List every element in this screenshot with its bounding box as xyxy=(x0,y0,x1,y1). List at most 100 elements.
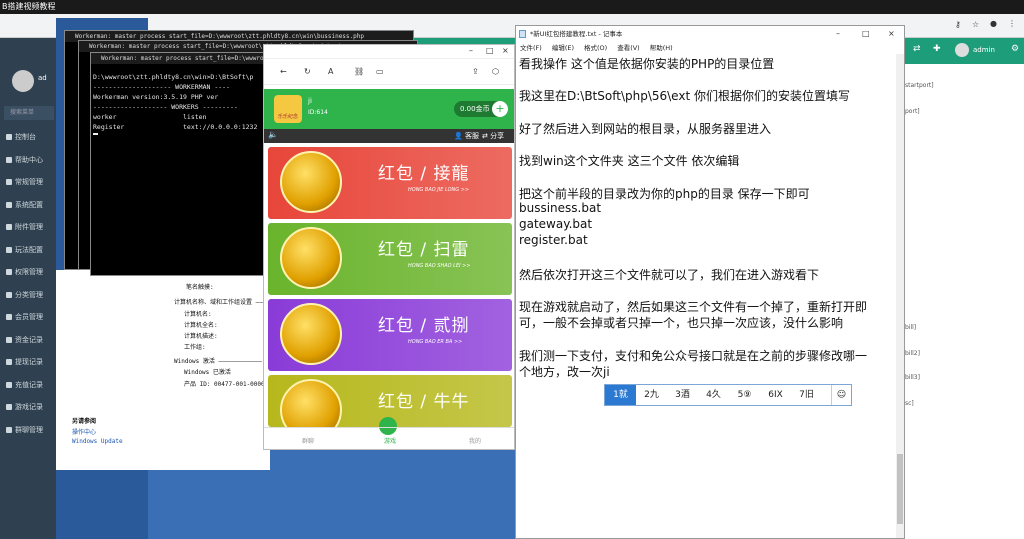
sidebar-item[interactable]: 充值记录 xyxy=(6,380,43,390)
scrollbar-thumb[interactable] xyxy=(897,454,903,524)
settings-icon[interactable]: ✚ xyxy=(933,44,941,54)
user-header: 乐乐纪念 ji ID:614 0.00金币 + xyxy=(264,89,514,129)
game-coin-icon xyxy=(280,151,342,213)
sidebar-item[interactable]: 群聊管理 xyxy=(6,425,43,435)
sidebar-item[interactable]: 附件管理 xyxy=(6,222,43,232)
config-key-text: startport] xyxy=(905,82,934,89)
mobile-app-window[interactable]: – □ × ← ↻ A ⛓ ▭ ⇪ ⬡ 乐乐纪念 ji ID:614 0.00金… xyxy=(263,44,515,450)
star-icon[interactable]: ☆ xyxy=(972,20,979,29)
game-title: 红包 / 扫雷 xyxy=(378,240,470,260)
worker-listen: listen xyxy=(183,113,207,121)
ime-candidate[interactable]: 2九 xyxy=(636,385,667,405)
sidebar-item-label: 会员管理 xyxy=(15,313,43,321)
admin-right-header: ⇄ ✚ admin ⚙ xyxy=(905,38,1024,64)
ime-candidate[interactable]: 1就 xyxy=(605,385,636,405)
balance-badge[interactable]: 0.00金币 + xyxy=(454,101,508,117)
notepad-window[interactable]: *新UI红包搭建教程.txt - 记事本 – □ × 文件(F) 编辑(E) 格式(… xyxy=(515,25,905,539)
sync-icon[interactable]: ⇄ xyxy=(913,44,921,54)
close-icon[interactable]: × xyxy=(502,46,509,55)
share-link[interactable]: ⇄ 分享 xyxy=(482,131,504,141)
tab-mine[interactable]: 我的 xyxy=(469,436,481,445)
more-menu-icon[interactable]: ⋮ xyxy=(1008,19,1016,28)
sidebar-item-icon xyxy=(6,269,12,275)
vertical-scrollbar[interactable] xyxy=(896,54,904,538)
game-title: 红包 / 贰捌 xyxy=(378,316,470,336)
ime-candidate[interactable]: 4久 xyxy=(698,385,729,405)
sys-line: 产品 ID: 00477-001-000042 xyxy=(184,381,272,388)
tab-chat[interactable]: 群聊 xyxy=(302,436,314,445)
sidebar-item-label: 附件管理 xyxy=(15,223,43,231)
sys-line: Windows 激活 ———————————— xyxy=(174,358,262,365)
sidebar-item[interactable]: 控制台 xyxy=(6,132,36,142)
service-link[interactable]: 👤 客服 xyxy=(454,131,479,141)
game-subtitle: HONG BAO SHAO LEI >> xyxy=(408,263,471,269)
admin-name[interactable]: admin xyxy=(973,46,995,54)
sys-line: 工作组: xyxy=(184,344,206,351)
refresh-icon[interactable]: ↻ xyxy=(304,67,311,76)
link-icon[interactable]: ⛓ xyxy=(354,67,364,76)
notepad-menu-item[interactable]: 查看(V) xyxy=(617,44,640,52)
sidebar-item[interactable]: 常规管理 xyxy=(6,177,43,187)
notepad-menu-item[interactable]: 编辑(E) xyxy=(552,44,574,52)
emoji-icon[interactable]: ☺ xyxy=(831,385,851,405)
ime-candidate[interactable]: 7旧 xyxy=(791,385,822,405)
minimize-icon[interactable]: – xyxy=(469,46,473,55)
font-icon[interactable]: A xyxy=(328,67,333,76)
ime-candidate[interactable]: 5⑨ xyxy=(729,385,760,405)
window-title: B搭建视频教程 xyxy=(2,2,56,11)
back-icon[interactable]: ← xyxy=(280,67,287,76)
ime-candidate[interactable]: 3酒 xyxy=(667,385,698,405)
game-card[interactable]: 红包 / 接龍 HONG BAO JIE LONG >> xyxy=(268,147,512,219)
sidebar-item-icon xyxy=(6,291,12,298)
key-icon[interactable]: ⚷ xyxy=(955,20,961,29)
console-window-register[interactable]: Workerman: master process start_file=D:\… xyxy=(90,52,266,276)
ime-candidate[interactable]: 6IX xyxy=(760,385,791,405)
game-card[interactable]: 红包 / 扫雷 HONG BAO SHAO LEI >> xyxy=(268,223,512,295)
tab-games[interactable]: 游戏 xyxy=(384,436,396,445)
add-coin-icon[interactable]: + xyxy=(492,101,508,117)
window-icon[interactable]: ▭ xyxy=(376,67,384,76)
notepad-line: 然后依次打开这三个文件就可以了，我们在进入游戏看下 xyxy=(519,267,820,282)
maximize-icon[interactable]: □ xyxy=(486,46,494,55)
sidebar-item-label: 资金记录 xyxy=(15,335,43,344)
settings-gear-icon[interactable]: ⚙ xyxy=(1011,44,1019,54)
sidebar-item[interactable]: 帮助中心 xyxy=(6,155,43,165)
sidebar-item[interactable]: 资金记录 xyxy=(6,335,43,345)
notepad-menu-item[interactable]: 帮助(H) xyxy=(650,44,673,52)
notepad-titlebar: *新UI红包搭建教程.txt - 记事本 – □ × xyxy=(516,26,904,42)
sidebar-item[interactable]: 分类管理 xyxy=(6,290,43,300)
notepad-menu-item[interactable]: 文件(F) xyxy=(520,44,542,52)
sidebar-item[interactable]: 提现记录 xyxy=(6,357,43,367)
sidebar-item[interactable]: 游戏记录 xyxy=(6,402,43,412)
see-also-heading: 另请参阅 xyxy=(72,418,97,425)
notepad-line: 可，一般不会掉或者只掉一个，也只掉一次应该，没什么影响 xyxy=(519,316,844,331)
sidebar-item[interactable]: 玩法配置 xyxy=(6,245,43,255)
profile-icon[interactable]: ● xyxy=(990,19,997,28)
game-title: 红包 / 接龍 xyxy=(378,164,470,184)
close-icon[interactable]: × xyxy=(888,26,895,42)
game-card[interactable]: 红包 / 贰捌 HONG BAO ER BA >> xyxy=(268,299,512,371)
share-out-icon[interactable]: ⇪ xyxy=(472,67,479,76)
sidebar-item-label: 提现记录 xyxy=(15,358,43,366)
menu-search-input[interactable]: 搜索菜单 xyxy=(4,106,54,120)
notepad-line: gateway.bat xyxy=(519,217,593,231)
sidebar-item-label: 系统配置 xyxy=(15,200,43,209)
sidebar-item[interactable]: 会员管理 xyxy=(6,312,43,322)
action-center-link[interactable]: 操作中心 xyxy=(72,427,96,436)
avatar xyxy=(12,70,34,92)
notepad-menu-item[interactable]: 格式(O) xyxy=(584,44,607,52)
sidebar-item[interactable]: 权限管理 xyxy=(6,267,43,277)
console-version: Workerman version:3.5.19 PHP ver xyxy=(93,93,219,101)
sidebar-item-icon xyxy=(6,134,12,140)
sidebar-item-icon xyxy=(6,381,12,388)
sidebar-item[interactable]: 系统配置 xyxy=(6,200,43,210)
sidebar-item-label: 充值记录 xyxy=(15,380,43,389)
minimize-icon[interactable]: – xyxy=(836,26,840,42)
sidebar-item-label: 控制台 xyxy=(15,133,36,141)
windows-update-link[interactable]: Windows Update xyxy=(72,438,123,445)
share-label: 分享 xyxy=(490,132,505,140)
maximize-icon[interactable]: □ xyxy=(862,26,870,42)
cube-icon[interactable]: ⬡ xyxy=(492,67,499,76)
service-label: 客服 xyxy=(464,132,479,140)
notepad-menubar: 文件(F) 编辑(E) 格式(O) 查看(V) 帮助(H) xyxy=(516,42,904,54)
